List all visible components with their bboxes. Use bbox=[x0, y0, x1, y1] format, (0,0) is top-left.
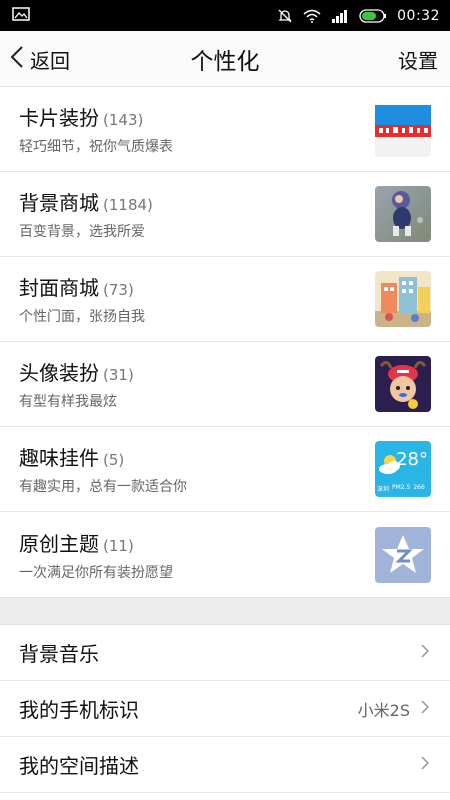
list-item-title: 趣味挂件 bbox=[19, 446, 99, 470]
status-left bbox=[12, 6, 30, 25]
list-item-title: 封面商城 bbox=[19, 276, 99, 300]
list-item-title: 原创主题 bbox=[19, 531, 99, 556]
list-item-subtitle: 有型有样我最炫 bbox=[19, 394, 117, 410]
section-gap bbox=[0, 597, 450, 625]
list-item-title: 头像装扮 bbox=[19, 361, 99, 385]
widget-pm-value: 266 bbox=[413, 484, 425, 491]
list-item-text: 封面商城 (73) 个性门面，张扬自我 bbox=[19, 272, 375, 326]
cover-thumbnail bbox=[375, 271, 431, 327]
setting-background-music[interactable]: 背景音乐 bbox=[0, 625, 450, 681]
list-item-subtitle: 有趣实用，总有一款适合你 bbox=[19, 479, 187, 495]
list-item-count: (31) bbox=[103, 366, 134, 384]
card-thumbnail bbox=[375, 101, 431, 157]
list-item-count: (143) bbox=[103, 111, 144, 129]
setting-label: 背景音乐 bbox=[19, 642, 99, 666]
list-item-background-store[interactable]: 背景商城 (1184) 百变背景，选我所爱 bbox=[0, 172, 450, 257]
back-button[interactable]: 返回 bbox=[10, 31, 70, 87]
mute-icon bbox=[277, 8, 293, 24]
image-icon bbox=[12, 6, 30, 25]
setting-label: 我的空间描述 bbox=[19, 754, 139, 778]
list-item-avatar-decoration[interactable]: 头像装扮 (31) 有型有样我最炫 bbox=[0, 342, 450, 427]
list-item-text: 卡片装扮 (143) 轻巧细节，祝你气质爆表 bbox=[19, 102, 375, 156]
list-item-subtitle: 一次满足你所有装扮愿望 bbox=[19, 564, 173, 581]
status-right: 00:32 bbox=[277, 8, 440, 24]
list-item-text: 头像装扮 (31) 有型有样我最炫 bbox=[19, 357, 375, 411]
list-item-subtitle: 轻巧细节，祝你气质爆表 bbox=[19, 139, 173, 155]
list-item-fun-widgets[interactable]: 趣味挂件 (5) 有趣实用，总有一款适合你 28° 深圳 PM2.5 266 bbox=[0, 427, 450, 512]
setting-phone-tag[interactable]: 我的手机标识 小米2S bbox=[0, 681, 450, 737]
back-label: 返回 bbox=[30, 48, 70, 73]
theme-thumbnail bbox=[375, 526, 431, 583]
avatar-thumbnail bbox=[375, 356, 431, 412]
wifi-icon bbox=[303, 9, 321, 23]
settings-list: 背景音乐 我的手机标识 小米2S 我的空间描述 bbox=[0, 625, 450, 793]
widget-pm-label: PM2.5 bbox=[392, 484, 411, 491]
list-item-count: (11) bbox=[103, 536, 134, 555]
widget-city: 深圳 bbox=[377, 486, 390, 493]
setting-value: 小米2S bbox=[357, 700, 410, 720]
list-item-text: 趣味挂件 (5) 有趣实用，总有一款适合你 bbox=[19, 442, 375, 496]
list-item-original-themes[interactable]: 原创主题 (11) 一次满足你所有装扮愿望 bbox=[0, 512, 450, 597]
list-item-subtitle: 百变背景，选我所爱 bbox=[19, 224, 145, 240]
list-item-text: 原创主题 (11) 一次满足你所有装扮愿望 bbox=[19, 528, 375, 582]
settings-button[interactable]: 设置 bbox=[398, 31, 438, 87]
setting-space-description[interactable]: 我的空间描述 bbox=[0, 737, 450, 793]
status-time: 00:32 bbox=[397, 7, 440, 24]
chevron-right-icon bbox=[420, 699, 430, 719]
list-item-count: (1184) bbox=[103, 196, 153, 214]
battery-charging-icon bbox=[359, 8, 387, 23]
signal-icon bbox=[331, 9, 349, 23]
background-thumbnail bbox=[375, 186, 431, 242]
setting-label: 我的手机标识 bbox=[19, 698, 139, 722]
list-item-title: 卡片装扮 bbox=[19, 106, 99, 130]
personalization-list: 卡片装扮 (143) 轻巧细节，祝你气质爆表 背景商城 (1184) 百变背景，… bbox=[0, 87, 450, 597]
list-item-text: 背景商城 (1184) 百变背景，选我所爱 bbox=[19, 187, 375, 241]
list-item-subtitle: 个性门面，张扬自我 bbox=[19, 309, 145, 325]
list-item-title: 背景商城 bbox=[19, 191, 99, 215]
list-item-cover-store[interactable]: 封面商城 (73) 个性门面，张扬自我 bbox=[0, 257, 450, 342]
list-item-count: (73) bbox=[103, 281, 134, 299]
chevron-left-icon bbox=[10, 45, 24, 74]
widget-info-row: 深圳 PM2.5 266 bbox=[377, 484, 425, 493]
status-bar: 00:32 bbox=[0, 0, 450, 31]
widget-thumbnail: 28° 深圳 PM2.5 266 bbox=[375, 441, 431, 497]
list-item-count: (5) bbox=[103, 451, 125, 469]
list-item-card-decoration[interactable]: 卡片装扮 (143) 轻巧细节，祝你气质爆表 bbox=[0, 87, 450, 172]
chevron-right-icon bbox=[420, 755, 430, 775]
chevron-right-icon bbox=[420, 643, 430, 663]
nav-header: 返回 个性化 设置 bbox=[0, 31, 450, 87]
widget-temperature: 28° bbox=[396, 449, 428, 470]
